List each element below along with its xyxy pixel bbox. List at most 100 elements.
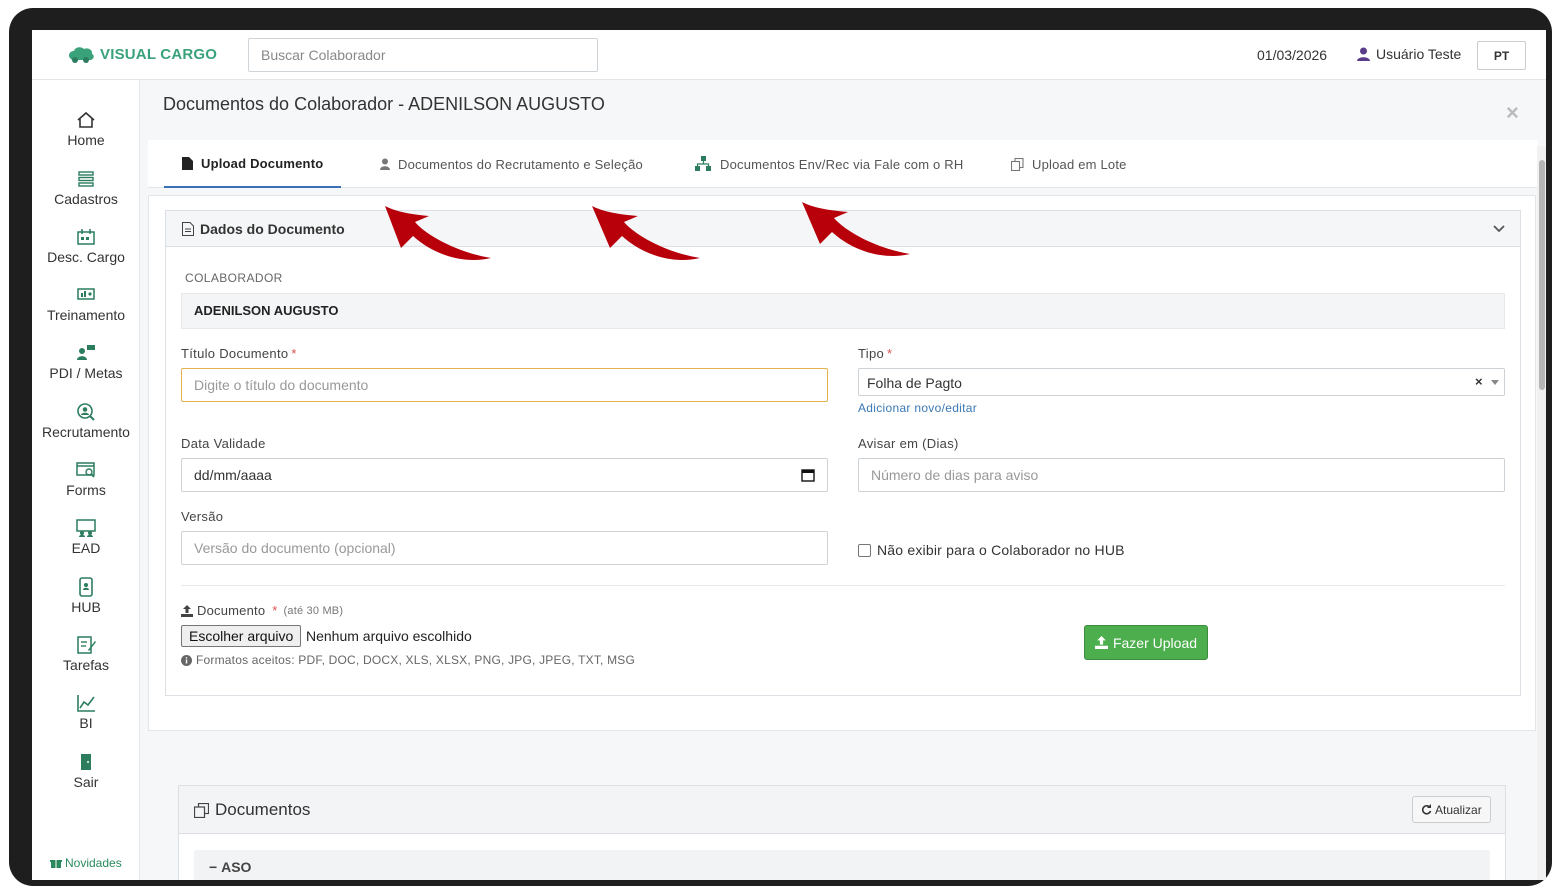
current-date: 01/03/2026 — [1257, 47, 1328, 63]
versao-input[interactable] — [181, 531, 828, 565]
search-colaborador-input[interactable] — [248, 38, 598, 72]
novidades-link[interactable]: Novidades — [50, 856, 122, 870]
user-menu[interactable]: Usuário Teste — [1357, 46, 1461, 62]
required-mark: * — [887, 346, 893, 361]
sidebar-item-label: HUB — [71, 599, 101, 615]
close-icon[interactable]: × — [1506, 100, 1519, 126]
logo-text: VISUAL CARGO — [100, 45, 218, 63]
atualizar-label: Atualizar — [1435, 802, 1482, 817]
collapse-icon[interactable]: − — [209, 859, 217, 875]
sidebar-item-home[interactable]: Home — [32, 110, 140, 148]
copy-icon — [194, 802, 209, 818]
scrollbar-thumb[interactable] — [1539, 160, 1545, 390]
logo[interactable]: VISUAL CARGO — [66, 44, 217, 64]
sidebar-item-recrutamento[interactable]: Recrutamento — [32, 402, 140, 440]
mobile-icon — [79, 577, 93, 597]
sidebar-item-cadastros[interactable]: Cadastros — [32, 169, 140, 207]
tab-label: Upload Documento — [201, 155, 324, 171]
tipo-select[interactable]: Folha de Pagto × — [858, 368, 1505, 396]
required-mark: * — [291, 346, 297, 361]
titulo-documento-input[interactable] — [181, 368, 828, 402]
avisar-dias-input[interactable] — [858, 458, 1505, 492]
tab-label: Documentos Env/Rec via Fale com o RH — [720, 156, 964, 172]
sidebar-item-label: Sair — [73, 774, 99, 790]
document-icon — [182, 222, 194, 236]
panel-header[interactable]: Dados do Documento — [166, 211, 1520, 247]
form-icon — [76, 462, 95, 478]
versao-label: Versão — [181, 509, 224, 524]
adicionar-tipo-link[interactable]: Adicionar novo/editar — [858, 401, 977, 415]
document-group-aso[interactable]: − ASO — [194, 850, 1490, 880]
tab-bar: Upload Documento Documentos do Recrutame… — [148, 140, 1538, 188]
sidebar-item-forms[interactable]: Forms — [32, 460, 140, 498]
sidebar-item-label: Tarefas — [63, 657, 109, 673]
hub-checkbox-row[interactable]: Não exibir para o Colaborador no HUB — [858, 542, 1125, 558]
chevron-down-icon[interactable] — [1492, 221, 1506, 235]
dropdown-arrow-icon[interactable] — [1491, 380, 1499, 385]
gift-icon — [50, 860, 62, 868]
sidebar-item-bi[interactable]: BI — [32, 693, 140, 731]
choose-file-button[interactable]: Escolher arquivo — [181, 625, 302, 647]
tab-upload-documento[interactable]: Upload Documento — [164, 140, 342, 188]
dados-documento-panel: Dados do Documento COLABORADOR ADENILSON… — [165, 210, 1521, 696]
documentos-header: Documentos Atualizar — [179, 786, 1505, 834]
group-label: − ASO — [209, 859, 251, 875]
sidebar-item-pdi-metas[interactable]: PDI / Metas — [32, 343, 140, 381]
documento-label: Documento * (até 30 MB) — [181, 603, 343, 618]
sidebar-item-label: Home — [67, 132, 105, 148]
search-user-icon — [77, 403, 95, 421]
data-validade-input[interactable]: dd/mm/aaaa — [181, 458, 828, 492]
fazer-upload-button[interactable]: Fazer Upload — [1084, 625, 1208, 660]
formats-hint: Formatos aceitos: PDF, DOC, DOCX, XLS, X… — [181, 653, 635, 667]
tab-label: Documentos do Recrutamento e Seleção — [398, 156, 643, 172]
sidebar-item-treinamento[interactable]: Treinamento — [32, 285, 140, 323]
hub-checkbox[interactable] — [858, 543, 871, 557]
page-title: Documentos do Colaborador - ADENILSON AU… — [163, 94, 605, 114]
sidebar-item-hub[interactable]: HUB — [32, 577, 140, 615]
sidebar-item-sair[interactable]: Sair — [32, 752, 140, 790]
classroom-icon — [76, 519, 96, 537]
date-placeholder: dd/mm/aaaa — [194, 467, 272, 483]
logo-icon — [69, 47, 94, 63]
sidebar: Home Cadastros Desc. Cargo Treinamento P… — [32, 80, 140, 880]
device-frame: VISUAL CARGO 01/03/2026 Usuário Teste PT… — [9, 8, 1552, 886]
divider — [181, 585, 1505, 586]
sidebar-item-ead[interactable]: EAD — [32, 518, 140, 556]
chart-icon — [77, 695, 95, 712]
upload-icon — [1094, 636, 1108, 649]
tipo-label-text: Tipo — [858, 346, 885, 361]
language-button[interactable]: PT — [1477, 41, 1526, 70]
panel-title: Dados do Documento — [182, 221, 345, 237]
sidebar-item-label: Cadastros — [54, 191, 118, 207]
tab-documentos-fale-rh[interactable]: Documentos Env/Rec via Fale com o RH — [694, 140, 963, 188]
group-label-text: ASO — [221, 859, 252, 875]
sidebar-item-label: Treinamento — [46, 307, 126, 323]
tab-documentos-recrutamento[interactable]: Documentos do Recrutamento e Seleção — [380, 140, 643, 188]
file-status: Nenhum arquivo escolhido — [306, 628, 472, 644]
clear-selection-icon[interactable]: × — [1475, 374, 1483, 389]
calendar-icon[interactable] — [801, 468, 815, 482]
formats-text: Formatos aceitos: PDF, DOC, DOCX, XLS, X… — [196, 653, 636, 667]
colaborador-label: COLABORADOR — [185, 271, 283, 285]
documento-label-text: Documento — [197, 603, 266, 618]
app-screen: VISUAL CARGO 01/03/2026 Usuário Teste PT… — [32, 30, 1546, 880]
sidebar-item-label: Forms — [66, 482, 106, 498]
sidebar-item-label: EAD — [71, 540, 101, 556]
novidades-label: Novidades — [65, 856, 122, 870]
upload-icon — [181, 604, 193, 617]
colaborador-value: ADENILSON AUGUSTO — [181, 293, 1505, 329]
size-limit-text: (até 30 MB) — [283, 604, 344, 617]
upload-button-label: Fazer Upload — [1112, 634, 1198, 651]
exit-icon — [81, 754, 91, 770]
presentation-icon — [77, 288, 95, 300]
required-mark: * — [272, 603, 278, 618]
atualizar-button[interactable]: Atualizar — [1412, 796, 1491, 823]
titulo-label: Título Documento * — [181, 346, 297, 361]
tab-upload-lote[interactable]: Upload em Lote — [1011, 140, 1127, 188]
panel-title-text: Dados do Documento — [200, 221, 345, 237]
sidebar-item-desc-cargo[interactable]: Desc. Cargo — [32, 227, 140, 265]
sidebar-item-label: Desc. Cargo — [47, 249, 125, 265]
task-icon — [77, 636, 96, 654]
sidebar-item-tarefas[interactable]: Tarefas — [32, 635, 140, 673]
sidebar-item-label: PDI / Metas — [49, 365, 123, 381]
